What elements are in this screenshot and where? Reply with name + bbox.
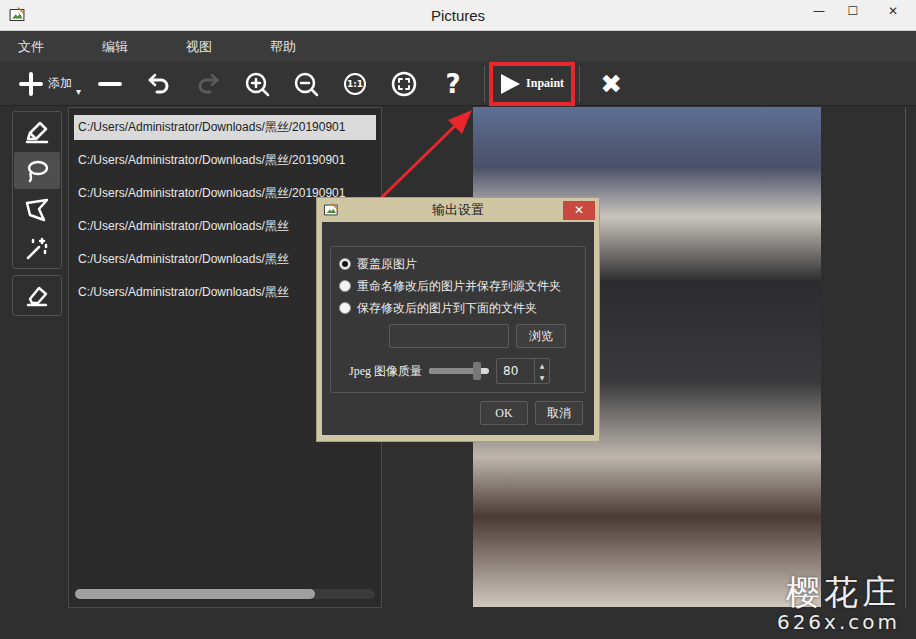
dialog-title-bar: 输出设置 ✕ — [317, 198, 599, 222]
folder-field[interactable] — [389, 324, 509, 348]
watermark: 樱花庄626x.com — [777, 574, 900, 633]
fit-window-icon — [391, 71, 417, 97]
undo-button[interactable] — [139, 69, 179, 99]
tool-button[interactable] — [14, 152, 60, 189]
quality-spinbox[interactable]: 80▲▼ — [496, 358, 550, 384]
radio-button[interactable] — [339, 280, 351, 292]
undo-icon — [146, 71, 172, 97]
title-bar: Pictures —☐✕ — [0, 0, 916, 31]
radio-option[interactable]: 覆盖原图片 — [339, 253, 577, 275]
tool-group — [12, 111, 62, 269]
redo-icon — [195, 71, 221, 97]
radio-label: 保存修改后的图片到下面的文件夹 — [357, 300, 537, 317]
help-icon: ? — [445, 71, 460, 97]
output-settings-dialog: 输出设置 ✕ 覆盖原图片重命名修改后的图片并保存到源文件夹保存修改后的图片到下面的文… — [316, 197, 600, 442]
toolbar-item — [188, 69, 228, 99]
actual-size-button[interactable]: 1:1 — [335, 69, 375, 99]
toolbar-separator — [579, 66, 580, 102]
redo-button[interactable] — [188, 69, 228, 99]
radio-button[interactable] — [339, 258, 351, 270]
run-button[interactable]: Inpaint — [496, 69, 568, 99]
app-icon — [8, 6, 26, 24]
toolbar-item: Inpaint — [496, 69, 568, 99]
dialog-body: 覆盖原图片重命名修改后的图片并保存到源文件夹保存修改后的图片到下面的文件夹浏览 J… — [322, 222, 594, 435]
dialog-title: 输出设置 — [432, 201, 484, 219]
minus-icon — [97, 71, 123, 97]
highlighter-icon — [24, 119, 50, 145]
window-title: Pictures — [431, 7, 485, 24]
file-item[interactable]: C:/Users/Administrator/Downloads/黑丝/2019… — [74, 115, 376, 140]
tool-group — [12, 275, 62, 316]
actual-size-icon: 1:1 — [344, 73, 366, 95]
quality-label: Jpeg 图像质量 — [349, 363, 422, 380]
dialog-close-button[interactable]: ✕ — [563, 201, 595, 220]
zoom-in-icon — [244, 71, 270, 97]
radio-label: 覆盖原图片 — [357, 256, 417, 273]
file-item[interactable]: C:/Users/Administrator/Downloads/黑丝/2019… — [74, 148, 376, 173]
add-button[interactable]: 添加 ▾ — [18, 69, 81, 99]
tool-button[interactable] — [14, 230, 60, 267]
toolbar-item — [384, 69, 424, 99]
tool-panel — [12, 107, 62, 608]
minimize-button[interactable]: — — [802, 0, 836, 22]
quality-slider[interactable] — [429, 368, 489, 374]
radio-option[interactable]: 保存修改后的图片到下面的文件夹 — [339, 297, 577, 319]
app-icon — [323, 202, 339, 218]
magic-wand-icon — [24, 236, 50, 262]
watermark-url: 626x.com — [777, 611, 900, 633]
tool-button[interactable] — [14, 277, 60, 314]
toolbar: 添加 ▾ 1:1? Inpaint ✖ — [0, 62, 916, 106]
tool-button[interactable] — [14, 191, 60, 228]
toolbar-item: 1:1 — [335, 69, 375, 99]
radio-option[interactable]: 重命名修改后的图片并保存到源文件夹 — [339, 275, 577, 297]
output-group: 覆盖原图片重命名修改后的图片并保存到源文件夹保存修改后的图片到下面的文件夹浏览 J… — [330, 246, 586, 393]
cancel-button[interactable]: 取消 — [535, 401, 583, 425]
polygon-lasso-icon — [24, 197, 50, 223]
fit-button[interactable] — [384, 69, 424, 99]
spin-up-button[interactable]: ▲ — [535, 359, 549, 371]
plus-icon — [18, 71, 44, 97]
menu-item[interactable]: 帮助 — [270, 38, 354, 56]
menu-bar: 文件编辑视图帮助 — [0, 31, 916, 62]
dropdown-icon[interactable]: ▾ — [76, 86, 81, 97]
zoom-out-icon — [293, 71, 319, 97]
toolbar-item: ? — [433, 69, 473, 99]
toolbar-separator — [484, 66, 485, 102]
eraser-icon — [24, 283, 50, 309]
quality-value[interactable]: 80 — [497, 359, 534, 383]
maximize-button[interactable]: ☐ — [836, 0, 870, 22]
scrollbar-thumb[interactable] — [75, 589, 315, 599]
ok-button[interactable]: OK — [480, 401, 528, 425]
add-label: 添加 — [48, 75, 72, 92]
tool-button[interactable] — [14, 113, 60, 150]
help-button[interactable]: ? — [433, 69, 473, 99]
close-icon: ✖ — [600, 71, 622, 97]
lasso-icon — [24, 158, 50, 184]
zoom-out-button[interactable] — [286, 69, 326, 99]
toolbar-item: 添加 ▾ — [18, 69, 81, 99]
spin-down-button[interactable]: ▼ — [535, 371, 549, 383]
close-button[interactable]: ✕ — [870, 0, 916, 22]
watermark-title: 樱花庄 — [786, 574, 900, 611]
remove-button[interactable] — [90, 69, 130, 99]
radio-label: 重命名修改后的图片并保存到源文件夹 — [357, 278, 561, 295]
toolbar-item — [139, 69, 179, 99]
horizontal-scrollbar[interactable] — [75, 589, 375, 599]
toolbar-item: ✖ — [591, 69, 631, 99]
browse-button[interactable]: 浏览 — [516, 324, 566, 348]
toolbar-item — [286, 69, 326, 99]
radio-dot — [342, 261, 348, 267]
menu-item[interactable]: 文件 — [18, 38, 102, 56]
play-icon — [496, 71, 522, 97]
toolbar-item — [237, 69, 277, 99]
close-button[interactable]: ✖ — [591, 69, 631, 99]
menu-item[interactable]: 编辑 — [102, 38, 186, 56]
slider-fill — [429, 368, 477, 374]
menu-item[interactable]: 视图 — [186, 38, 270, 56]
radio-button[interactable] — [339, 302, 351, 314]
slider-thumb[interactable] — [473, 362, 481, 380]
toolbar-item — [90, 69, 130, 99]
zoom-in-button[interactable] — [237, 69, 277, 99]
inpaint-label: Inpaint — [526, 76, 568, 91]
